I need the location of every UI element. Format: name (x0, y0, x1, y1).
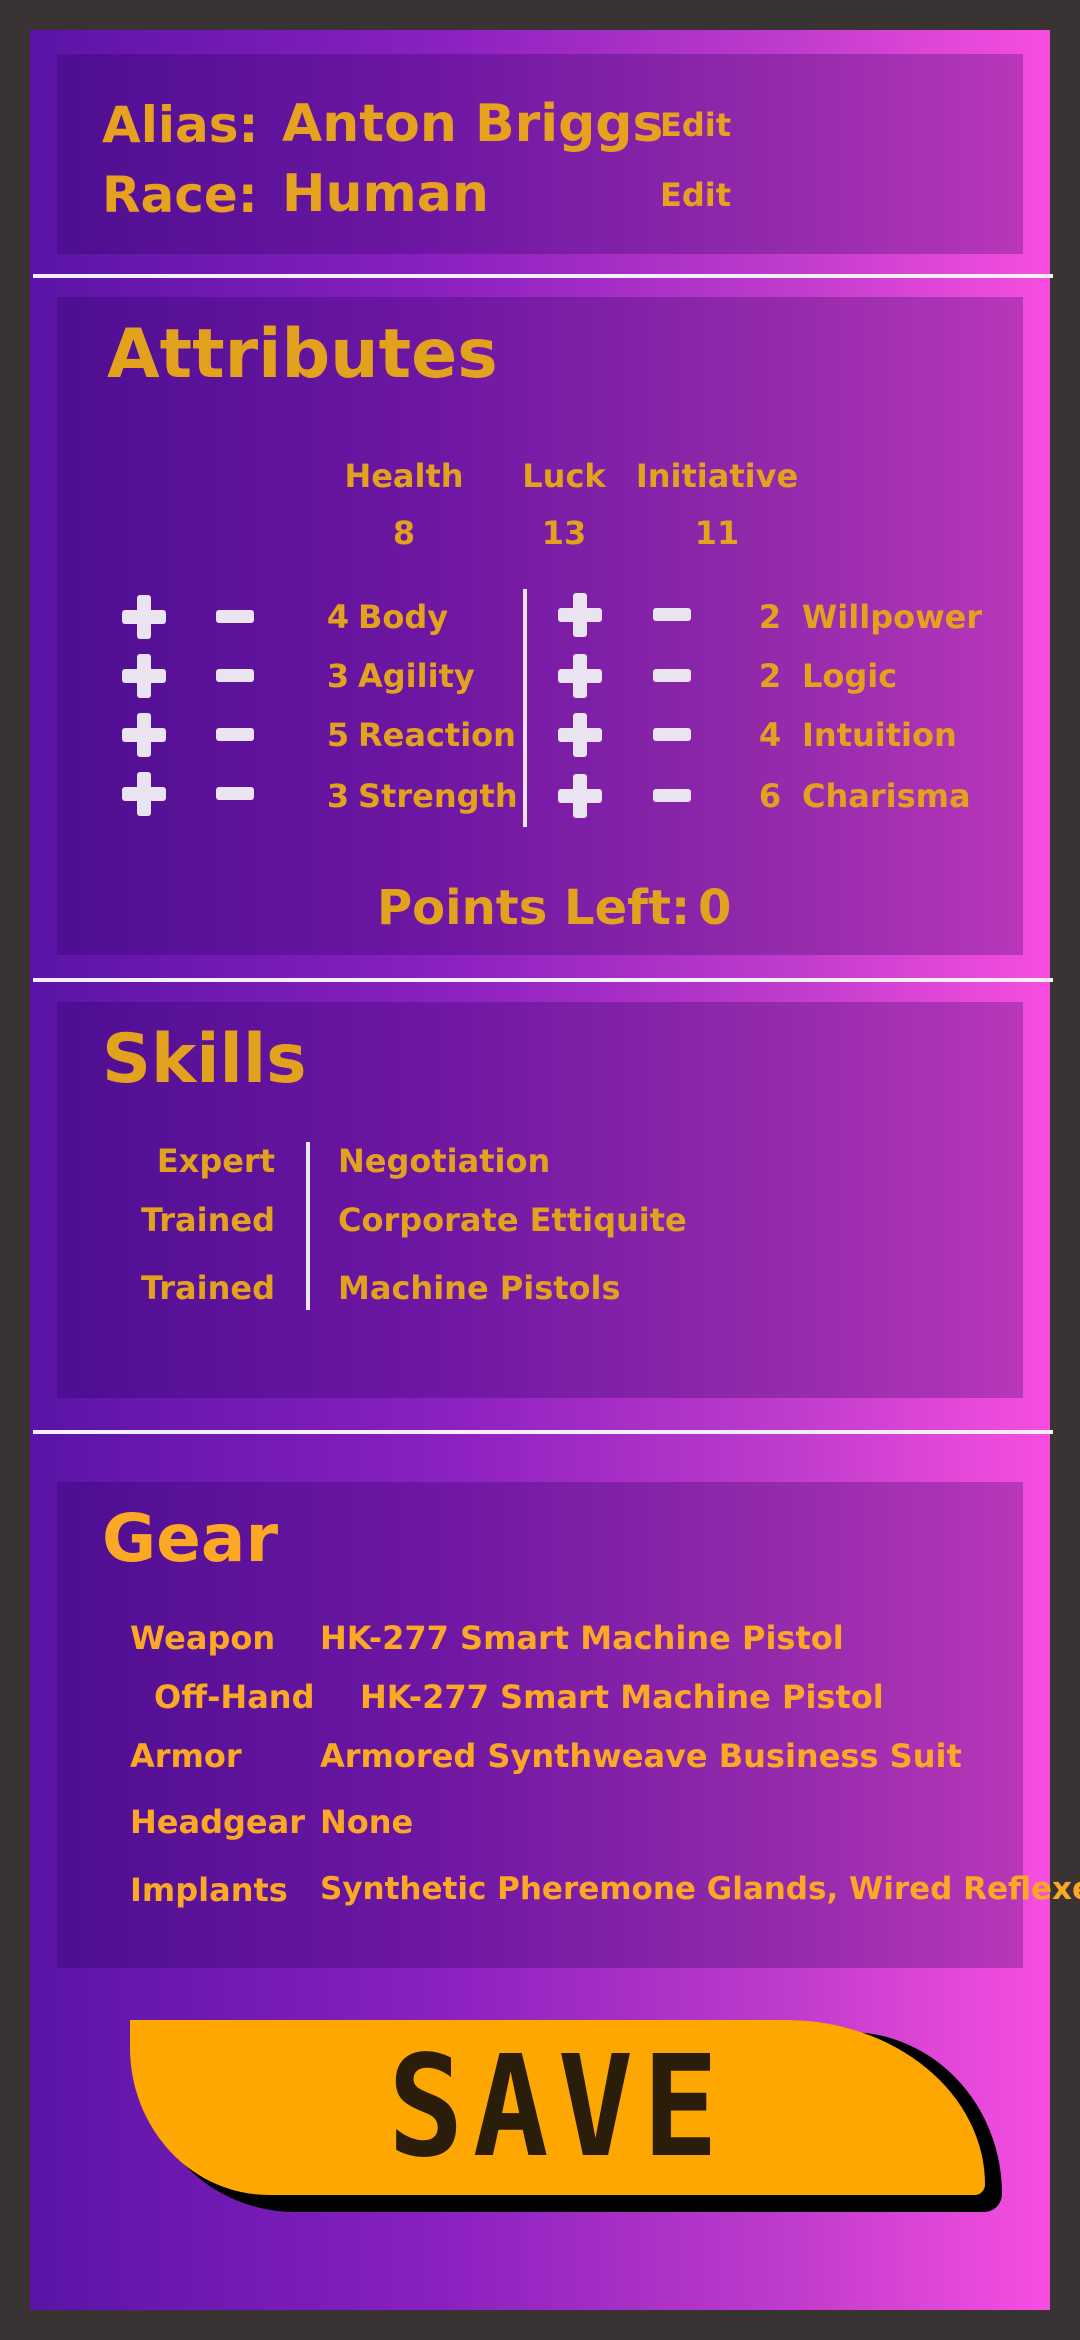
gear-slot-label: Headgear (130, 1803, 305, 1841)
skills-panel: Skills Expert Negotiation Trained Corpor… (57, 1002, 1023, 1398)
skill-level: Trained (140, 1269, 275, 1307)
increase-charisma-button[interactable] (558, 774, 602, 818)
divider (33, 978, 1053, 982)
body-value: 4 (326, 598, 350, 636)
gear-panel: Gear Weapon HK-277 Smart Machine Pistol … (57, 1482, 1080, 1968)
increase-intuition-button[interactable] (558, 713, 602, 757)
save-button[interactable]: SAVE (130, 2020, 1010, 2220)
intuition-value: 4 (758, 716, 782, 754)
skills-title: Skills (102, 1020, 307, 1099)
gear-item-name[interactable]: Synthetic Pheremone Glands, Wired Reflex… (320, 1871, 1080, 1907)
strength-label: Strength (358, 777, 518, 815)
skill-name: Corporate Ettiquite (338, 1201, 687, 1239)
charisma-value: 6 (758, 777, 782, 815)
increase-strength-button[interactable] (122, 772, 166, 816)
increase-agility-button[interactable] (122, 654, 166, 698)
skills-column-divider (306, 1142, 310, 1310)
gear-item-name[interactable]: HK-277 Smart Machine Pistol (320, 1619, 844, 1657)
charisma-label: Charisma (802, 777, 971, 815)
gear-item-name[interactable]: HK-277 Smart Machine Pistol (360, 1678, 884, 1716)
attributes-column-divider (523, 589, 527, 827)
reaction-value: 5 (326, 716, 350, 754)
save-button-face[interactable]: SAVE (130, 2020, 985, 2195)
edit-alias-button[interactable]: Edit (660, 106, 731, 144)
skill-name: Negotiation (338, 1142, 551, 1180)
decrease-charisma-button[interactable] (651, 774, 695, 818)
willpower-label: Willpower (802, 598, 983, 636)
skill-name: Machine Pistols (338, 1269, 621, 1307)
initiative-value: 11 (694, 514, 740, 552)
decrease-agility-button[interactable] (214, 654, 258, 698)
skill-level: Trained (140, 1201, 275, 1239)
gear-slot-label: Weapon (130, 1619, 276, 1657)
gear-slot-label: Implants (130, 1871, 288, 1909)
attributes-title: Attributes (107, 315, 498, 394)
divider (33, 1430, 1053, 1434)
divider (33, 274, 1053, 278)
alias-label: Alias: (102, 96, 259, 154)
points-left-value: 0 (698, 880, 732, 936)
increase-body-button[interactable] (122, 595, 166, 639)
points-left-label: Points Left: (377, 880, 691, 936)
increase-willpower-button[interactable] (558, 593, 602, 637)
race-value: Human (282, 164, 489, 224)
logic-label: Logic (802, 657, 898, 695)
reaction-label: Reaction (358, 716, 516, 754)
decrease-reaction-button[interactable] (214, 713, 258, 757)
strength-value: 3 (326, 777, 350, 815)
willpower-value: 2 (758, 598, 782, 636)
agility-label: Agility (358, 657, 475, 695)
decrease-logic-button[interactable] (651, 654, 695, 698)
increase-logic-button[interactable] (558, 654, 602, 698)
identity-panel: Alias: Anton Briggs Edit Race: Human Edi… (57, 54, 1023, 254)
attributes-panel: Attributes Health Luck Initiative 8 13 1… (57, 297, 1023, 955)
initiative-label: Initiative (635, 457, 799, 495)
decrease-intuition-button[interactable] (651, 713, 695, 757)
gear-slot-label: Off-Hand (154, 1678, 315, 1716)
edit-race-button[interactable]: Edit (660, 176, 731, 214)
intuition-label: Intuition (802, 716, 957, 754)
gear-item-name[interactable]: Armored Synthweave Business Suit (320, 1737, 962, 1775)
race-label: Race: (102, 166, 258, 224)
decrease-body-button[interactable] (214, 595, 258, 639)
decrease-strength-button[interactable] (214, 772, 258, 816)
alias-value: Anton Briggs (282, 94, 664, 154)
logic-value: 2 (758, 657, 782, 695)
save-label: SAVE (387, 2026, 728, 2189)
skill-level: Expert (156, 1142, 275, 1180)
decrease-willpower-button[interactable] (651, 593, 695, 637)
gear-item-name[interactable]: None (320, 1803, 413, 1841)
character-sheet: Alias: Anton Briggs Edit Race: Human Edi… (30, 30, 1080, 2310)
body-label: Body (358, 598, 449, 636)
increase-reaction-button[interactable] (122, 713, 166, 757)
gear-title: Gear (102, 1500, 279, 1577)
agility-value: 3 (326, 657, 350, 695)
gear-slot-label: Armor (130, 1737, 242, 1775)
